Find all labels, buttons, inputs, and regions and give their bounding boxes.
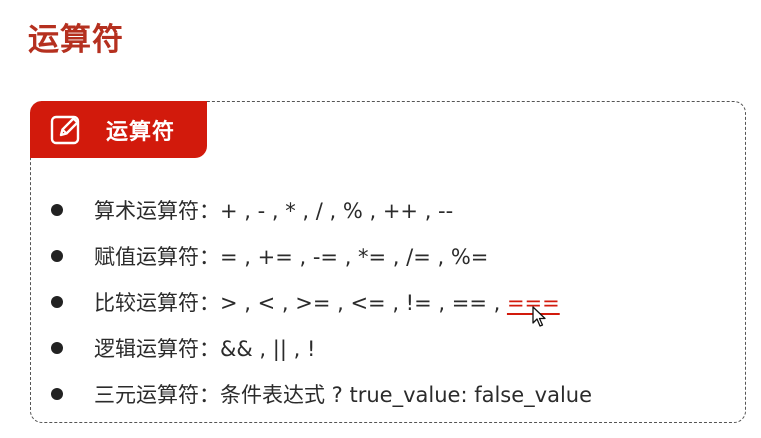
bullet-dot [51, 388, 63, 400]
item-label: 三元运算符： [94, 383, 220, 407]
item-label: 逻辑运算符： [94, 337, 220, 361]
bullet-dot [51, 250, 63, 262]
item-operators: 条件表达式 ? true_value: false_value [220, 383, 593, 407]
item-operators: > , < , >= , <= , != , == , [220, 291, 507, 315]
card-header-label: 运算符 [106, 119, 176, 145]
bullet-dot [51, 296, 63, 308]
item-label: 赋值运算符： [94, 245, 220, 269]
page-title: 运算符 [28, 22, 124, 58]
bullet-dot [51, 342, 63, 354]
item-label: 比较运算符： [94, 291, 220, 315]
item-operators: && , || , ! [220, 337, 316, 361]
operators-card: 运算符 算术运算符：+ , - , * , / , % , ++ , -- 赋值… [30, 101, 746, 423]
item-operators: = , += , -= , *= , /= , %= [220, 245, 489, 269]
mouse-pointer-icon [532, 306, 546, 328]
item-operators: + , - , * , / , % , ++ , -- [220, 199, 454, 223]
card-header: 运算符 [30, 101, 207, 158]
bullet-dot [51, 204, 63, 216]
edit-icon [48, 112, 84, 148]
item-label: 算术运算符： [94, 199, 220, 223]
